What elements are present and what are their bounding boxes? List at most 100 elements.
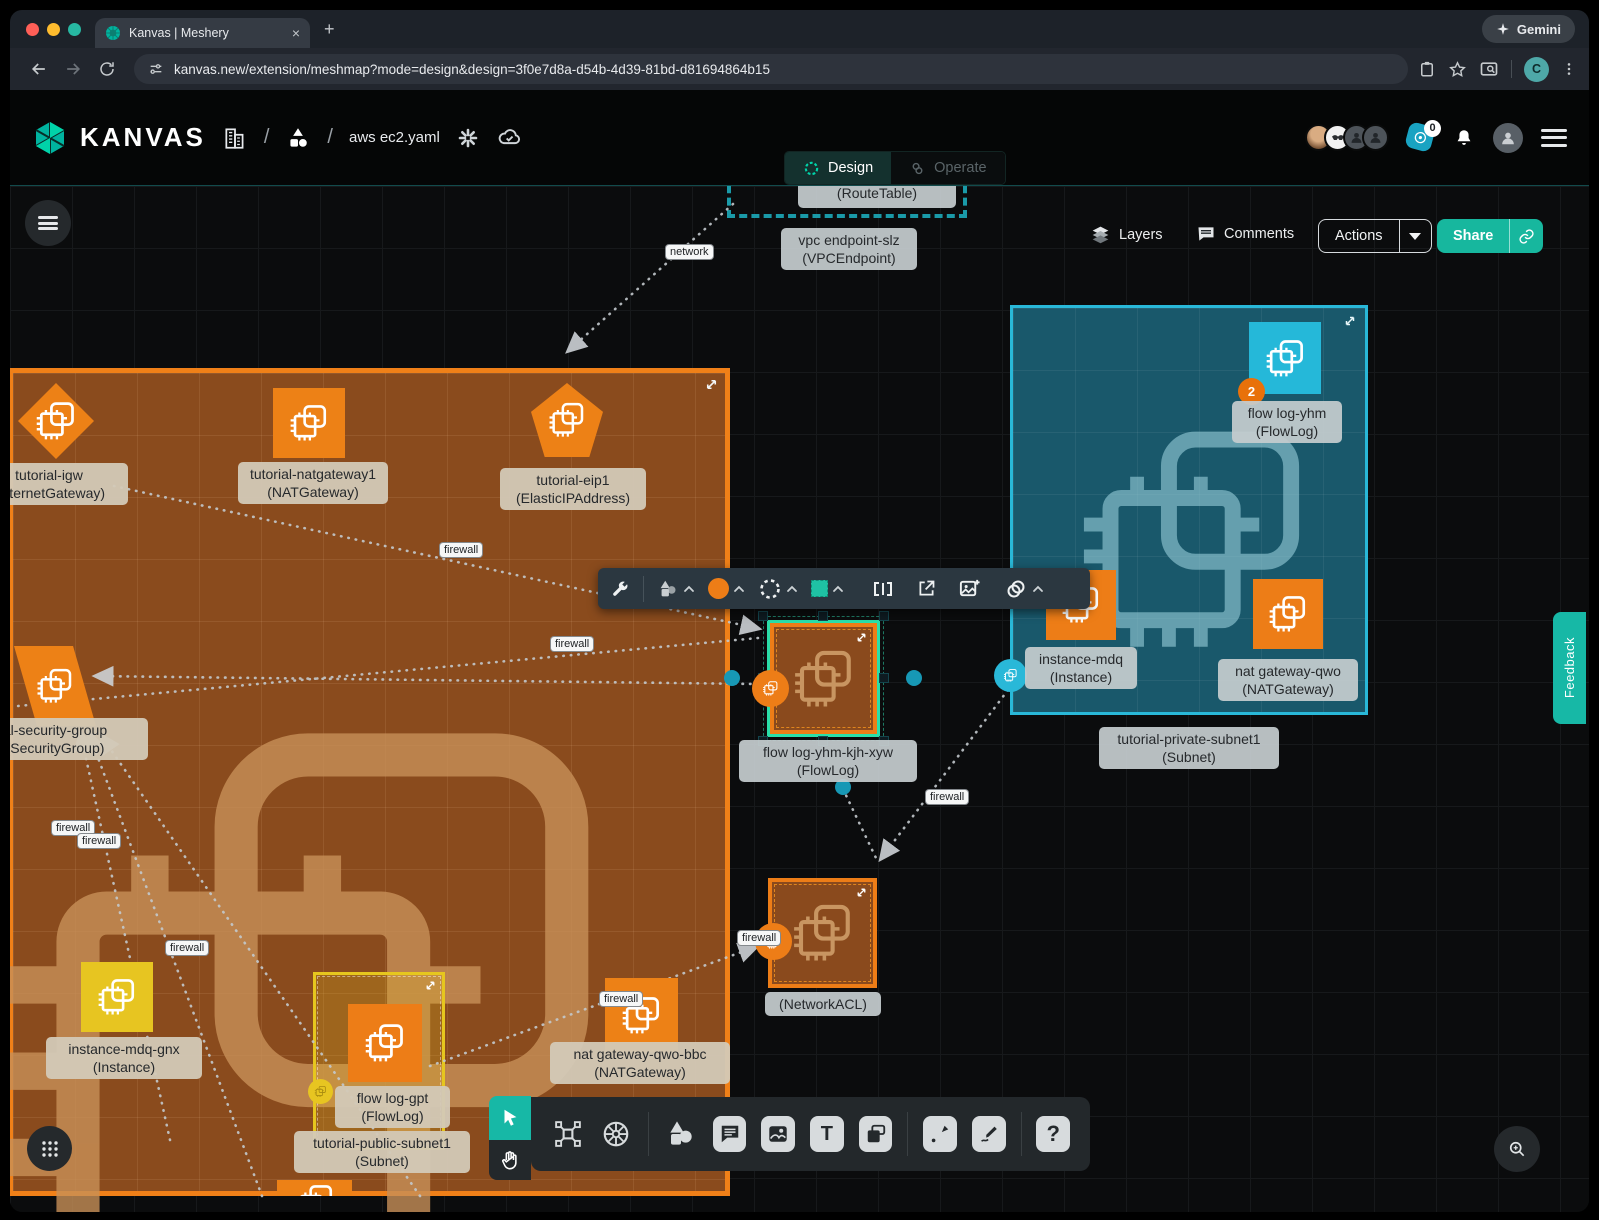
browser-menu-icon[interactable] (1561, 61, 1577, 77)
sketch-tool[interactable] (972, 1116, 1006, 1152)
feedback-tab[interactable]: Feedback (1553, 612, 1586, 724)
add-image-icon[interactable] (958, 577, 981, 600)
shapes-icon (665, 1118, 697, 1150)
meshsync-icon[interactable] (456, 126, 480, 150)
design-label: Design (828, 160, 873, 176)
apps-grid-button[interactable] (27, 1126, 72, 1171)
text-tool[interactable]: T (810, 1116, 844, 1152)
comments-button[interactable]: Comments (1196, 224, 1294, 244)
actions-button[interactable]: Actions (1318, 219, 1432, 253)
flowlog-kjh-badge[interactable] (752, 670, 789, 707)
sparkle-icon (1496, 22, 1510, 36)
color-swatch[interactable] (708, 578, 729, 599)
notification-bell-icon[interactable] (1453, 127, 1475, 149)
close-window-button[interactable] (26, 23, 39, 36)
pan-tool[interactable] (489, 1140, 531, 1180)
minimize-window-button[interactable] (47, 23, 60, 36)
node-natgateway1[interactable] (273, 388, 345, 458)
chip-icon (363, 1021, 407, 1065)
node-flowlog-gpt[interactable] (348, 1004, 422, 1082)
fit-text-icon[interactable] (871, 577, 895, 601)
resize-handle[interactable] (758, 611, 768, 621)
media-tool[interactable] (761, 1116, 795, 1152)
copy-link-segment[interactable] (1509, 219, 1543, 253)
edge-anchor-dot[interactable] (724, 670, 740, 686)
chevron-up-icon[interactable] (1032, 585, 1044, 593)
new-tab-button[interactable]: + (324, 19, 335, 40)
resize-icon[interactable] (704, 377, 719, 392)
group-tool[interactable] (1004, 577, 1044, 601)
workspace-shapes-icon[interactable] (285, 125, 311, 151)
chevron-up-icon[interactable] (786, 585, 798, 593)
site-settings-icon[interactable] (148, 61, 164, 77)
browser-tab[interactable]: Kanvas | Meshery × (95, 18, 310, 48)
edge-label-firewall: firewall (738, 931, 780, 945)
tab-search-icon[interactable] (1479, 59, 1499, 79)
select-tool-active[interactable] (489, 1096, 531, 1140)
line-tool[interactable] (923, 1116, 957, 1152)
browser-profile-avatar[interactable]: C (1524, 57, 1549, 82)
open-in-new-icon[interactable] (916, 578, 937, 599)
app-menu-icon[interactable] (1541, 129, 1567, 147)
collaborator-avatars[interactable] (1305, 124, 1389, 151)
edge-network[interactable] (567, 204, 733, 352)
kubernetes-tool[interactable] (600, 1116, 634, 1152)
reload-button[interactable] (90, 54, 124, 84)
gemini-button[interactable]: Gemini (1482, 15, 1575, 43)
chevron-up-icon[interactable] (733, 585, 745, 593)
edge-firewall[interactable] (843, 789, 876, 858)
zoom-search-button[interactable] (1494, 1126, 1540, 1172)
tab-close-icon[interactable]: × (292, 25, 300, 41)
edge-label-firewall: firewall (78, 834, 120, 848)
zoom-window-button[interactable] (68, 23, 81, 36)
organization-icon[interactable] (222, 125, 248, 151)
design-file-name[interactable]: aws ec2.yaml (349, 129, 440, 146)
back-button[interactable] (22, 54, 56, 84)
actions-dropdown[interactable] (1399, 220, 1431, 252)
environment-badge[interactable]: 0 (1407, 124, 1435, 152)
cloud-sync-icon[interactable] (496, 124, 523, 151)
flowlog-gpt-badge[interactable] (308, 1079, 333, 1104)
resize-icon[interactable] (855, 631, 868, 644)
resize-handle[interactable] (879, 611, 889, 621)
resize-icon[interactable] (855, 886, 868, 899)
lasso-tool[interactable] (758, 577, 798, 601)
bookmark-star-icon[interactable] (1448, 60, 1467, 79)
resize-icon[interactable] (1343, 314, 1357, 328)
resize-icon[interactable] (424, 979, 437, 992)
tab-operate[interactable]: Operate (891, 152, 1004, 184)
forward-button[interactable] (56, 54, 90, 84)
layers-button[interactable]: Layers (1090, 224, 1163, 245)
node-instance-gnx[interactable] (81, 962, 153, 1032)
node-natgateway-bbc[interactable] (605, 978, 678, 1052)
node-natgateway-qwo[interactable] (1253, 579, 1323, 649)
node-clipped-bottom[interactable] (277, 1180, 352, 1196)
url-field[interactable]: kanvas.new/extension/meshmap?mode=design… (134, 54, 1408, 84)
wrench-icon[interactable] (610, 579, 630, 599)
tab-design[interactable]: Design (785, 152, 891, 184)
canvas-menu-button[interactable] (25, 200, 71, 246)
rectangle-tool[interactable] (811, 580, 844, 597)
share-label[interactable]: Share (1437, 228, 1509, 244)
note-tool[interactable] (859, 1116, 893, 1152)
comment-tool[interactable] (713, 1116, 747, 1152)
chevron-up-icon[interactable] (832, 585, 844, 593)
help-tool[interactable]: ? (1036, 1116, 1070, 1152)
design-canvas[interactable]: tutorial-igw(InternetGateway) tutorial-n… (10, 186, 1589, 1212)
kanvas-logo[interactable]: KANVAS (32, 120, 206, 156)
actions-label[interactable]: Actions (1319, 228, 1399, 244)
edge-anchor-dot[interactable] (906, 670, 922, 686)
chevron-up-icon[interactable] (683, 585, 695, 593)
resize-handle[interactable] (818, 611, 828, 621)
rectangle-swatch[interactable] (811, 580, 828, 597)
shapes-library-tool[interactable] (664, 1116, 698, 1152)
share-button[interactable]: Share (1437, 219, 1543, 253)
collaborator-avatar[interactable] (1362, 124, 1389, 151)
save-icon[interactable] (1418, 60, 1436, 78)
components-tool[interactable] (551, 1116, 585, 1152)
user-avatar[interactable] (1493, 123, 1523, 153)
resize-handle[interactable] (879, 673, 889, 683)
subnet-edge-handle[interactable] (994, 659, 1027, 692)
color-tool[interactable] (708, 578, 745, 599)
shapes-tool[interactable] (657, 578, 695, 600)
